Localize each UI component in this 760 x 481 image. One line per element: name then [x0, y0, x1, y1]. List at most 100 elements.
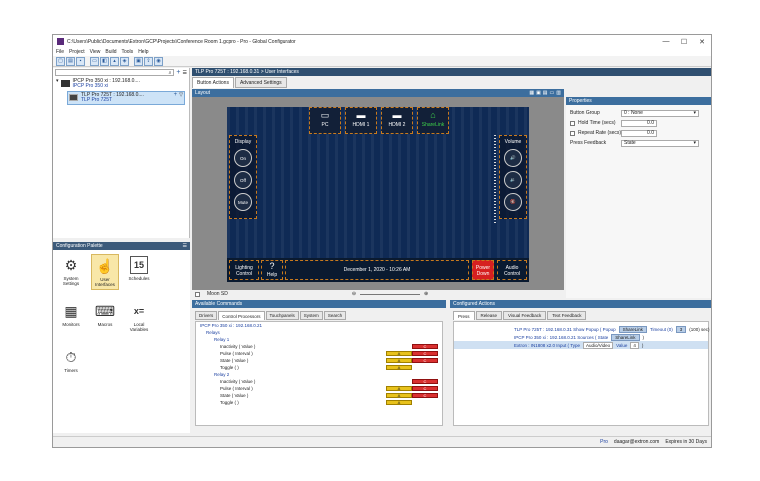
- minimize-button[interactable]: —: [657, 35, 675, 48]
- tree-item-ipcp[interactable]: ▾ IPCP Pro 350 xi : 192.168.0.... IPCP P…: [53, 79, 189, 89]
- source-sharelink-button[interactable]: ⌂ ShareLink: [417, 107, 449, 134]
- tree-item-tlp[interactable]: TLP Pro 725T : 192.168.0.... TLP Pro 725…: [67, 91, 185, 105]
- close-button[interactable]: ✕: [693, 35, 711, 48]
- c-button[interactable]: C: [412, 358, 438, 363]
- c-button[interactable]: C: [412, 386, 438, 391]
- a-button[interactable]: A: [386, 365, 412, 370]
- c-button[interactable]: C: [412, 393, 438, 398]
- palette-macros[interactable]: ⌨ Macros: [91, 302, 119, 328]
- add-device-icon[interactable]: ▭: [90, 56, 99, 66]
- tab-system[interactable]: System: [299, 311, 323, 320]
- command-row[interactable]: State ( Value ) A C: [196, 392, 442, 399]
- action-row[interactable]: TLP Pro 725T : 192.168.0.31 Show Popup (…: [454, 325, 710, 333]
- relay1-row[interactable]: Relay 1: [196, 336, 442, 343]
- command-row[interactable]: Pulse ( Interval ) A C: [196, 385, 442, 392]
- tab-visual-feedback[interactable]: Visual Feedback: [503, 311, 547, 320]
- a-button[interactable]: A: [386, 386, 412, 391]
- filter-icon[interactable]: ▽: [179, 93, 183, 98]
- source-pc-button[interactable]: ▭ PC: [309, 107, 341, 134]
- help-button[interactable]: ? Help: [261, 260, 283, 280]
- volume-down-icon[interactable]: 🔉: [504, 171, 522, 189]
- display-off-button[interactable]: Off: [234, 171, 252, 189]
- display-on-button[interactable]: On: [234, 149, 252, 167]
- expand-arrow-icon[interactable]: ▾: [56, 79, 59, 84]
- menu-tools[interactable]: Tools: [122, 49, 134, 55]
- tab-button-actions[interactable]: Button Actions: [192, 77, 234, 88]
- action-row[interactable]: Extron : IN1808 x2.0 Input ( Type Audio/…: [454, 341, 708, 349]
- lighting-control-button[interactable]: Lighting Control: [229, 260, 259, 280]
- audio-control-button[interactable]: Audio Control: [497, 260, 527, 280]
- tab-search[interactable]: Search: [323, 311, 347, 320]
- source-hdmi2-button[interactable]: ▬ HDMI 2: [381, 107, 413, 134]
- add-device-button[interactable]: +: [176, 69, 180, 76]
- c-button[interactable]: C: [412, 344, 438, 349]
- a-button[interactable]: A: [386, 393, 412, 398]
- repeat-rate-checkbox[interactable]: [570, 130, 575, 136]
- new-project-icon[interactable]: ▢: [56, 56, 65, 66]
- c-button[interactable]: C: [412, 351, 438, 356]
- tab-touchpanels[interactable]: Touchpanels: [265, 311, 299, 320]
- press-feedback-select[interactable]: State ▾: [621, 139, 699, 147]
- source-hdmi1-button[interactable]: ▬ HDMI 1: [345, 107, 377, 134]
- action-param[interactable]: ShareLink: [611, 333, 640, 341]
- zoom-out-icon[interactable]: ⊖: [352, 291, 356, 297]
- deploy-icon[interactable]: ⇪: [144, 56, 153, 66]
- command-row[interactable]: Inactivity ( Value ) C: [196, 343, 442, 350]
- location-icon[interactable]: ◉: [154, 56, 163, 66]
- zoom-icon[interactable]: ▤: [543, 90, 548, 96]
- tab-drivers[interactable]: Drivers: [195, 311, 218, 320]
- zoom-slider[interactable]: [360, 293, 421, 295]
- relay2-row[interactable]: Relay 2: [196, 371, 442, 378]
- palette-monitors[interactable]: ▦ Monitors: [57, 302, 85, 328]
- menu-help[interactable]: Help: [138, 49, 148, 55]
- button-group-select[interactable]: 0 : None ▾: [621, 109, 699, 117]
- palette-system-settings[interactable]: ⚙ System Settings: [57, 256, 85, 287]
- action-param[interactable]: ShareLink: [618, 325, 647, 333]
- menu-build[interactable]: Build: [105, 49, 116, 55]
- action-param[interactable]: 4: [630, 341, 639, 349]
- volume-mute-icon[interactable]: 🔇: [504, 193, 522, 211]
- action-row[interactable]: IPCP Pro 350 xi : 192.168.0.21 Sources (…: [454, 333, 708, 341]
- grid-icon[interactable]: ▦: [529, 90, 534, 96]
- menu-project[interactable]: Project: [69, 49, 85, 55]
- maximize-button[interactable]: ☐: [675, 35, 693, 48]
- display-mute-button[interactable]: Mute: [234, 193, 252, 211]
- command-row[interactable]: Inactivity ( Value ) C: [196, 378, 442, 385]
- palette-local-variables[interactable]: x= Local Variables: [125, 302, 153, 332]
- relays-group-row[interactable]: Relays: [196, 329, 442, 336]
- tab-press[interactable]: Press: [453, 311, 475, 320]
- zoom-in-icon[interactable]: ⊕: [424, 291, 428, 297]
- action-param[interactable]: 3: [675, 325, 687, 333]
- tab-text-feedback[interactable]: Text Feedback: [547, 311, 587, 320]
- tab-control-processors[interactable]: Control Processors: [218, 311, 265, 320]
- open-project-icon[interactable]: ▤: [66, 56, 75, 66]
- network-icon[interactable]: ◈: [120, 56, 129, 66]
- fit-icon[interactable]: ▭: [550, 90, 555, 96]
- a-button[interactable]: A: [386, 358, 412, 363]
- palette-timers[interactable]: ⏱ Timers: [57, 348, 85, 374]
- power-down-button[interactable]: Power Down: [472, 260, 494, 280]
- settings-icon[interactable]: ▥: [556, 90, 561, 96]
- palette-schedules[interactable]: 15 Schedules: [125, 256, 153, 281]
- menu-file[interactable]: File: [56, 49, 64, 55]
- device-search-input[interactable]: ⌕: [55, 69, 175, 76]
- repeat-rate-field[interactable]: 0.0: [621, 129, 657, 137]
- emulate-icon[interactable]: ▣: [134, 56, 143, 66]
- command-device-row[interactable]: IPCP Pro 350 xi : 192.168.0.21: [196, 322, 442, 329]
- hold-time-field[interactable]: 0.0: [621, 119, 657, 127]
- tab-advanced-settings[interactable]: Advanced Settings: [234, 77, 287, 88]
- command-row[interactable]: Toggle ( ) A: [196, 364, 442, 371]
- menu-view[interactable]: View: [90, 49, 101, 55]
- hold-time-checkbox[interactable]: [570, 120, 575, 126]
- action-param[interactable]: Audio/Video: [582, 341, 614, 349]
- c-button[interactable]: C: [412, 379, 438, 384]
- collapse-icon[interactable]: ☰: [183, 70, 187, 76]
- volume-up-icon[interactable]: 🔊: [504, 149, 522, 167]
- moon-sd-checkbox[interactable]: [195, 291, 200, 297]
- view-icon[interactable]: ▣: [536, 90, 541, 96]
- command-row[interactable]: Pulse ( Interval ) A C: [196, 350, 442, 357]
- save-icon[interactable]: ▪: [76, 56, 85, 66]
- tab-release[interactable]: Release: [475, 311, 503, 320]
- palette-user-interfaces[interactable]: ☝ User Interfaces: [91, 254, 119, 290]
- command-row[interactable]: State ( Value ) A C: [196, 357, 442, 364]
